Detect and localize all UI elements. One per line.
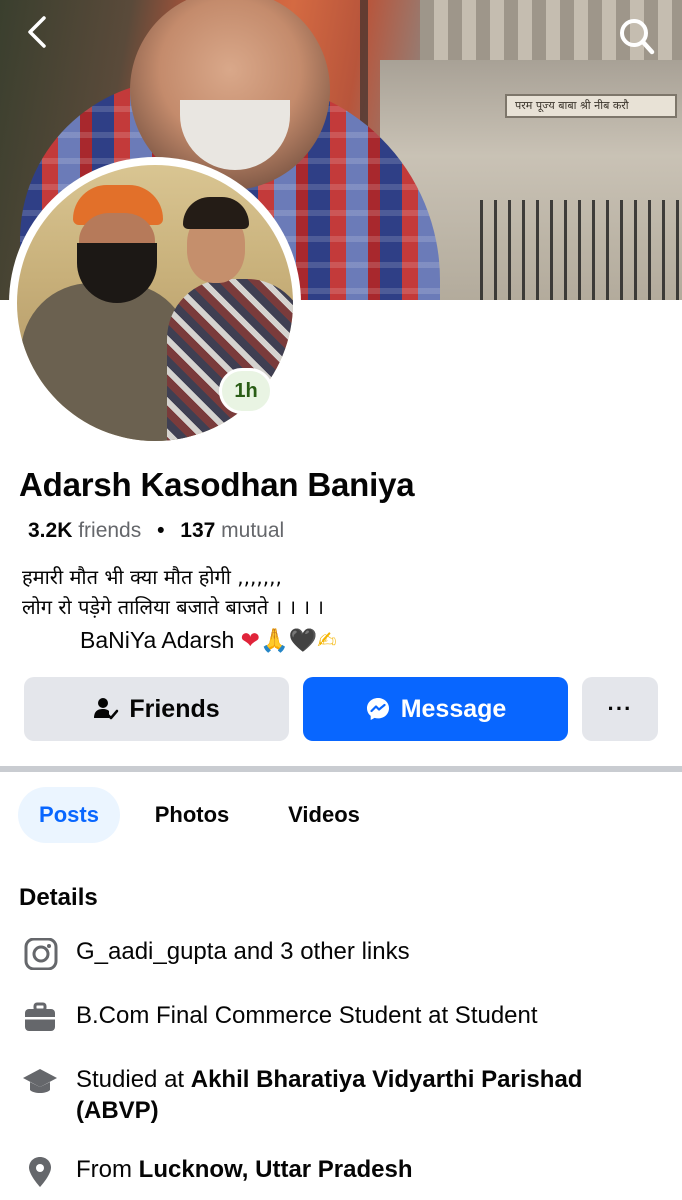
back-button[interactable] [18,12,58,52]
avatar-person2-hair [183,197,249,229]
bio-line-1: हमारी मौत भी क्या मौत होगी ,,,,,,, [22,565,282,589]
friends-count: 3.2K [28,519,73,542]
details-heading: Details [19,884,98,911]
heart-icon: ❤ [240,627,260,653]
message-button[interactable]: Message [303,677,568,741]
instagram-icon [22,937,58,971]
location-prefix: From [76,1156,139,1183]
cover-inscription: परम पूज्य बाबा श्री नीब करौ [505,94,677,118]
detail-education: Studied at Akhil Bharatiya Vidyarthi Par… [20,1064,660,1128]
briefcase-icon [22,1002,58,1034]
friends-button-label: Friends [129,694,220,723]
stats-separator: • [157,519,165,542]
detail-education-text: Studied at Akhil Bharatiya Vidyarthi Par… [76,1064,660,1126]
praying-hands-icon: 🙏 [259,627,289,653]
detail-work: B.Com Final Commerce Student at Student [20,1000,660,1032]
profile-stats[interactable]: 3.2K friends • 137 mutual [28,519,284,543]
detail-instagram[interactable]: G_aadi_gupta and 3 other links [20,936,660,971]
detail-location: From Lucknow, Uttar Pradesh [20,1154,660,1188]
profile-bio: हमारी मौत भी क्या मौत होगी ,,,,,,, लोग र… [22,562,662,622]
bio-signature-text: BaNiYa Adarsh [80,627,235,653]
black-heart-icon: 🖤 [288,627,318,653]
detail-instagram-text: G_aadi_gupta and 3 other links [76,938,410,965]
message-button-label: Message [400,694,507,723]
search-button[interactable] [612,12,660,60]
avatar-person1-body [21,283,191,441]
writing-hand-icon: ✍ [317,627,337,653]
section-divider [0,766,682,772]
messenger-icon [365,696,391,722]
profile-name: Adarsh Kasodhan Baniya [19,466,415,503]
more-dots-icon: ··· [607,696,633,721]
friends-button[interactable]: Friends [24,677,289,741]
education-prefix: Studied at [76,1066,191,1093]
mutual-label: mutual [221,519,285,542]
location-pin-icon [22,1156,58,1188]
tab-posts[interactable]: Posts [18,787,120,843]
graduation-cap-icon [22,1066,58,1098]
cover-gate [480,200,682,300]
detail-work-text: B.Com Final Commerce Student at Student [76,1002,538,1029]
tab-videos[interactable]: Videos [268,787,380,843]
bio-signature: BaNiYa Adarsh ❤🙏🖤✍ [80,627,337,654]
friend-check-icon [93,696,119,722]
friends-label: friends [78,519,142,542]
tab-photos[interactable]: Photos [136,787,248,843]
chevron-left-icon [28,16,46,48]
bio-line-2: लोग रो पड़ेगे तालिया बजाते बाजते । । । । [22,595,324,619]
mutual-count: 137 [180,519,216,542]
more-options-button[interactable]: ··· [582,677,658,741]
detail-location-text: From Lucknow, Uttar Pradesh [76,1154,660,1185]
location-place[interactable]: Lucknow, Uttar Pradesh [139,1156,413,1183]
search-icon [620,19,655,55]
avatar-person2-body [167,279,293,441]
story-time-badge[interactable]: 1h [219,368,273,414]
